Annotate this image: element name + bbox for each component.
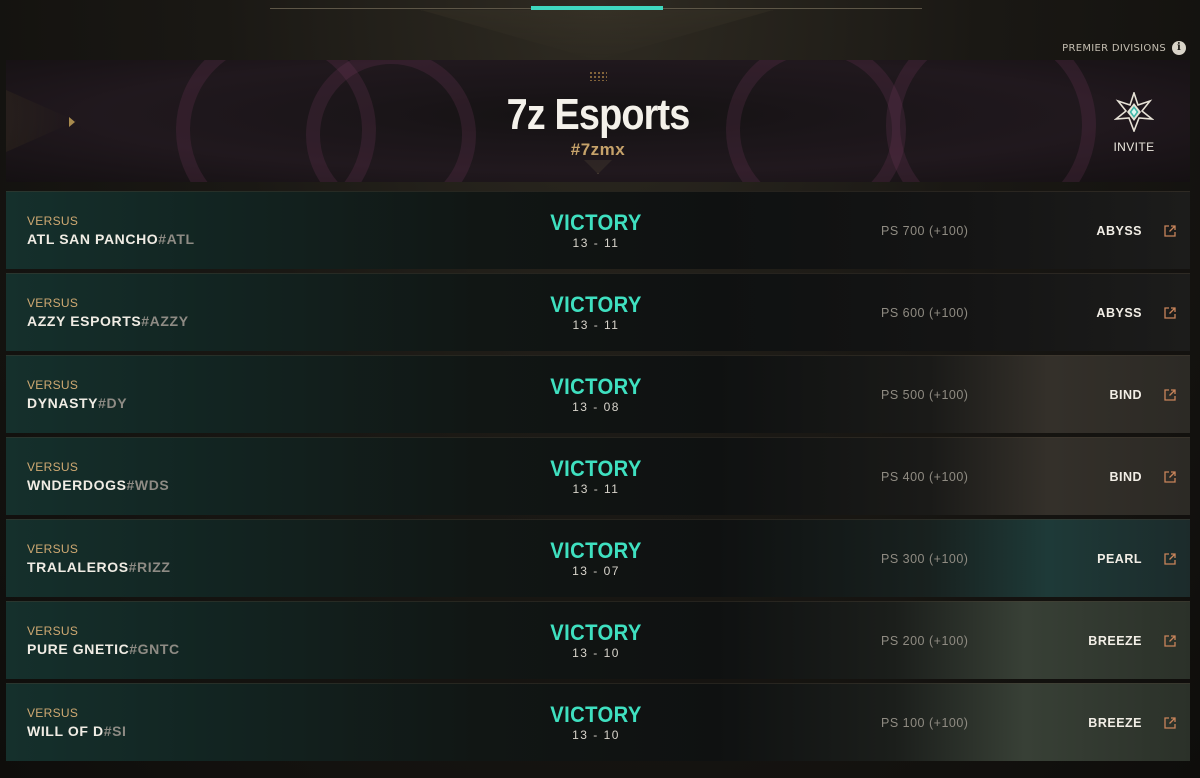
match-row[interactable]: VERSUS DYNASTY#DY VICTORY 13 - 08 PS 500…	[6, 355, 1190, 433]
opponent-name: WILL OF D#SI	[27, 723, 127, 739]
match-history-list: VERSUS ATL SAN PANCHO#ATL VICTORY 13 - 1…	[6, 191, 1190, 765]
opponent-tag: #SI	[103, 723, 127, 739]
versus-label: VERSUS	[27, 706, 79, 720]
match-row[interactable]: VERSUS TRALALEROS#RIZZ VICTORY 13 - 07 P…	[6, 519, 1190, 597]
opponent-team: PURE GNETIC	[27, 641, 130, 657]
opponent-name: WNDERDOGS#WDS	[27, 477, 169, 493]
match-row[interactable]: VERSUS AZZY ESPORTS#AZZY VICTORY 13 - 11…	[6, 273, 1190, 351]
premier-score: PS 100 (+100)	[881, 716, 969, 730]
match-row[interactable]: VERSUS PURE GNETIC#GNTC VICTORY 13 - 10 …	[6, 601, 1190, 679]
match-score: 13 - 11	[572, 482, 620, 496]
match-result: VICTORY	[550, 456, 642, 481]
external-link-icon[interactable]	[1164, 307, 1176, 319]
chevron-right-icon	[69, 117, 75, 127]
opponent-team: WILL OF D	[27, 723, 104, 739]
team-tag: #7zmx	[570, 140, 626, 159]
versus-label: VERSUS	[27, 378, 79, 392]
match-result: VICTORY	[550, 620, 642, 645]
versus-label: VERSUS	[27, 624, 79, 638]
match-score: 13 - 08	[572, 400, 620, 414]
versus-label: VERSUS	[27, 214, 79, 228]
external-link-icon[interactable]	[1164, 389, 1176, 401]
top-chevron-decoration	[421, 10, 773, 60]
info-icon[interactable]: i	[1172, 41, 1186, 55]
map-name: ABYSS	[1096, 224, 1142, 238]
external-link-icon[interactable]	[1164, 225, 1176, 237]
invite-label: INVITE	[1113, 140, 1155, 154]
match-score: 13 - 07	[572, 564, 620, 578]
premier-score: PS 300 (+100)	[881, 552, 969, 566]
match-score: 13 - 11	[572, 318, 620, 332]
map-name: PEARL	[1097, 552, 1142, 566]
map-name: BREEZE	[1088, 716, 1142, 730]
premier-divisions-link[interactable]: PREMIER DIVISIONS i	[1062, 41, 1186, 55]
premier-score: PS 700 (+100)	[881, 224, 969, 238]
match-row[interactable]: VERSUS WNDERDOGS#WDS VICTORY 13 - 11 PS …	[6, 437, 1190, 515]
match-score: 13 - 10	[572, 646, 620, 660]
match-score: 13 - 11	[572, 236, 620, 250]
match-result: VICTORY	[550, 538, 642, 563]
invite-button[interactable]: INVITE	[1104, 92, 1164, 154]
opponent-team: AZZY ESPORTS	[27, 313, 142, 329]
versus-label: VERSUS	[27, 542, 79, 556]
external-link-icon[interactable]	[1164, 635, 1176, 647]
opponent-team: ATL SAN PANCHO	[27, 231, 159, 247]
map-name: BIND	[1109, 388, 1142, 402]
opponent-name: DYNASTY#DY	[27, 395, 127, 411]
match-score: 13 - 10	[572, 728, 620, 742]
opponent-tag: #ATL	[158, 231, 195, 247]
active-tab-indicator[interactable]	[531, 6, 663, 10]
opponent-tag: #WDS	[126, 477, 170, 493]
versus-label: VERSUS	[27, 460, 79, 474]
invite-icon	[1114, 92, 1154, 132]
opponent-tag: #DY	[98, 395, 128, 411]
team-banner: 7z Esports #7zmx INVITE	[6, 60, 1190, 182]
external-link-icon[interactable]	[1164, 553, 1176, 565]
match-result: VICTORY	[550, 702, 642, 727]
map-name: BREEZE	[1088, 634, 1142, 648]
opponent-team: DYNASTY	[27, 395, 99, 411]
dots-decoration	[589, 71, 607, 81]
match-result: VICTORY	[550, 292, 642, 317]
match-row[interactable]: VERSUS WILL OF D#SI VICTORY 13 - 10 PS 1…	[6, 683, 1190, 761]
map-name: ABYSS	[1096, 306, 1142, 320]
match-result: VICTORY	[550, 374, 642, 399]
opponent-name: TRALALEROS#RIZZ	[27, 559, 171, 575]
opponent-name: ATL SAN PANCHO#ATL	[27, 231, 195, 247]
premier-divisions-label: PREMIER DIVISIONS	[1062, 42, 1166, 54]
match-result: VICTORY	[550, 210, 642, 235]
external-link-icon[interactable]	[1164, 717, 1176, 729]
versus-label: VERSUS	[27, 296, 79, 310]
premier-score: PS 500 (+100)	[881, 388, 969, 402]
opponent-tag: #RIZZ	[128, 559, 171, 575]
opponent-tag: #AZZY	[141, 313, 189, 329]
premier-score: PS 200 (+100)	[881, 634, 969, 648]
premier-score: PS 400 (+100)	[881, 470, 969, 484]
opponent-name: PURE GNETIC#GNTC	[27, 641, 180, 657]
opponent-team: TRALALEROS	[27, 559, 129, 575]
team-name: 7z Esports	[506, 90, 691, 139]
opponent-name: AZZY ESPORTS#AZZY	[27, 313, 189, 329]
premier-score: PS 600 (+100)	[881, 306, 969, 320]
opponent-team: WNDERDOGS	[27, 477, 127, 493]
external-link-icon[interactable]	[1164, 471, 1176, 483]
banner-bottom-chevron	[584, 160, 612, 174]
map-name: BIND	[1109, 470, 1142, 484]
opponent-tag: #GNTC	[129, 641, 180, 657]
match-row[interactable]: VERSUS ATL SAN PANCHO#ATL VICTORY 13 - 1…	[6, 191, 1190, 269]
